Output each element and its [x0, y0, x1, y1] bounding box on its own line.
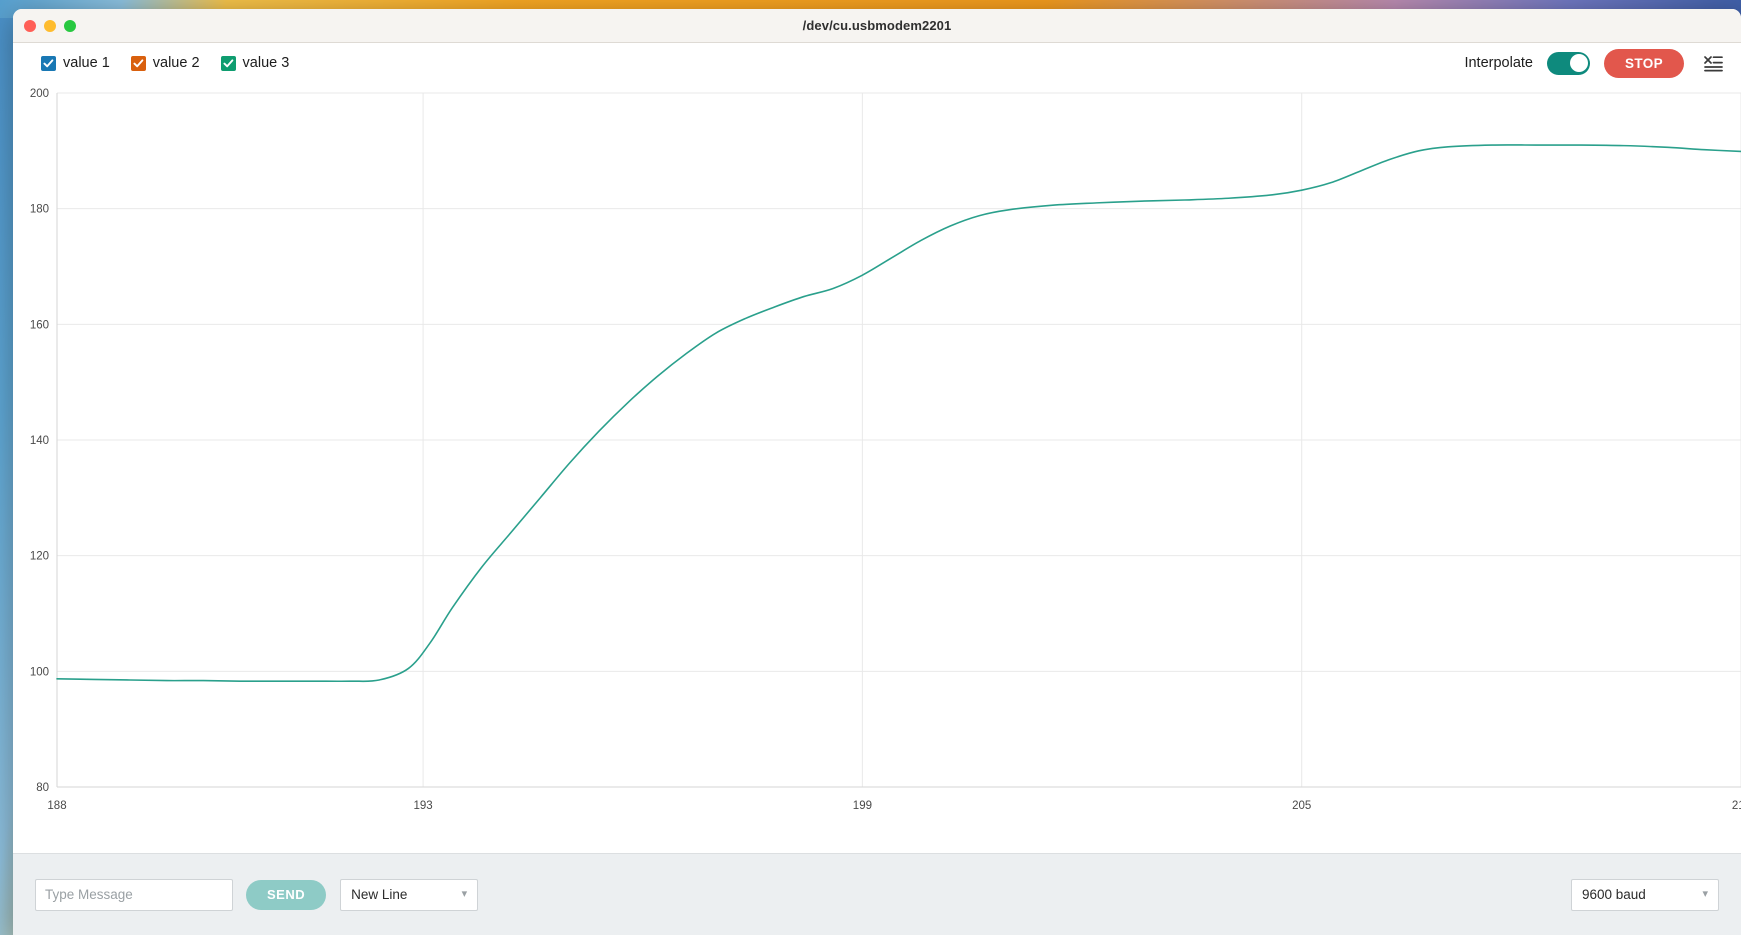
toggle-knob	[1569, 54, 1588, 72]
serial-console-bar: SEND New Line ▾ 9600 baud ▾	[13, 853, 1741, 935]
x-tick-label: 199	[853, 800, 872, 812]
window-title: /dev/cu.usbmodem2201	[802, 18, 952, 33]
chart-plot-area[interactable]: 80 100 120 140 160 180 200 188 193 199 205 211	[13, 83, 1741, 853]
chevron-down-icon: ▾	[1702, 888, 1708, 900]
checkbox-icon[interactable]	[130, 55, 146, 71]
window-titlebar: /dev/cu.usbmodem2201	[13, 9, 1741, 43]
y-tick-label: 100	[30, 666, 49, 678]
series-toggle-1[interactable]: value 1	[41, 55, 110, 71]
y-tick-label: 180	[30, 204, 49, 216]
baud-rate-select[interactable]: 9600 baud ▾	[1571, 878, 1719, 911]
y-tick-label: 140	[30, 435, 49, 447]
x-tick-label: 205	[1292, 800, 1311, 812]
x-tick-label: 188	[47, 800, 66, 812]
interpolate-label: Interpolate	[1464, 55, 1533, 71]
bottom-right-controls: 9600 baud ▾	[1571, 878, 1719, 911]
stop-button[interactable]: STOP	[1604, 48, 1684, 78]
series-line-1	[56, 144, 1741, 683]
line-chart: 80 100 120 140 160 180 200 188 193 199 205 211	[30, 88, 1741, 812]
series-legend: value 1 value 2 value 3	[41, 55, 289, 71]
minimize-button[interactable]	[44, 19, 56, 32]
send-button[interactable]: SEND	[246, 879, 327, 910]
y-tick-label: 80	[36, 782, 49, 794]
chart-toolbar: value 1 value 2 value 3 Interpolate STOP	[13, 43, 1741, 83]
y-tick-label: 160	[30, 319, 49, 331]
chart-series	[56, 144, 1741, 683]
baud-rate-value: 9600 baud	[1582, 887, 1646, 902]
message-input[interactable]	[35, 878, 233, 911]
traffic-lights	[13, 19, 76, 32]
interpolate-toggle[interactable]	[1547, 51, 1590, 75]
series-label: value 1	[63, 55, 110, 71]
series-toggle-3[interactable]: value 3	[220, 55, 290, 71]
checkbox-icon[interactable]	[220, 55, 236, 71]
chevron-down-icon: ▾	[461, 888, 468, 900]
x-tick-label: 211	[1732, 800, 1741, 812]
close-button[interactable]	[24, 19, 36, 32]
chart-tick-labels: 80 100 120 140 160 180 200 188 193 199 205 211	[30, 88, 1741, 812]
line-ending-select[interactable]: New Line ▾	[340, 878, 479, 911]
x-tick-label: 193	[413, 800, 432, 812]
series-toggle-2[interactable]: value 2	[130, 55, 200, 71]
series-label: value 3	[242, 55, 290, 71]
y-tick-label: 200	[30, 88, 49, 100]
app-window: /dev/cu.usbmodem2201 value 1 value 2 value…	[13, 9, 1741, 935]
clear-list-icon[interactable]	[1700, 50, 1726, 76]
line-ending-value: New Line	[351, 887, 408, 902]
toolbar-right-controls: Interpolate STOP	[1464, 48, 1726, 78]
series-label: value 2	[152, 55, 200, 71]
maximize-button[interactable]	[64, 19, 76, 32]
chart-gridlines	[57, 92, 1741, 787]
checkbox-icon[interactable]	[41, 55, 56, 71]
y-tick-label: 120	[30, 551, 49, 563]
